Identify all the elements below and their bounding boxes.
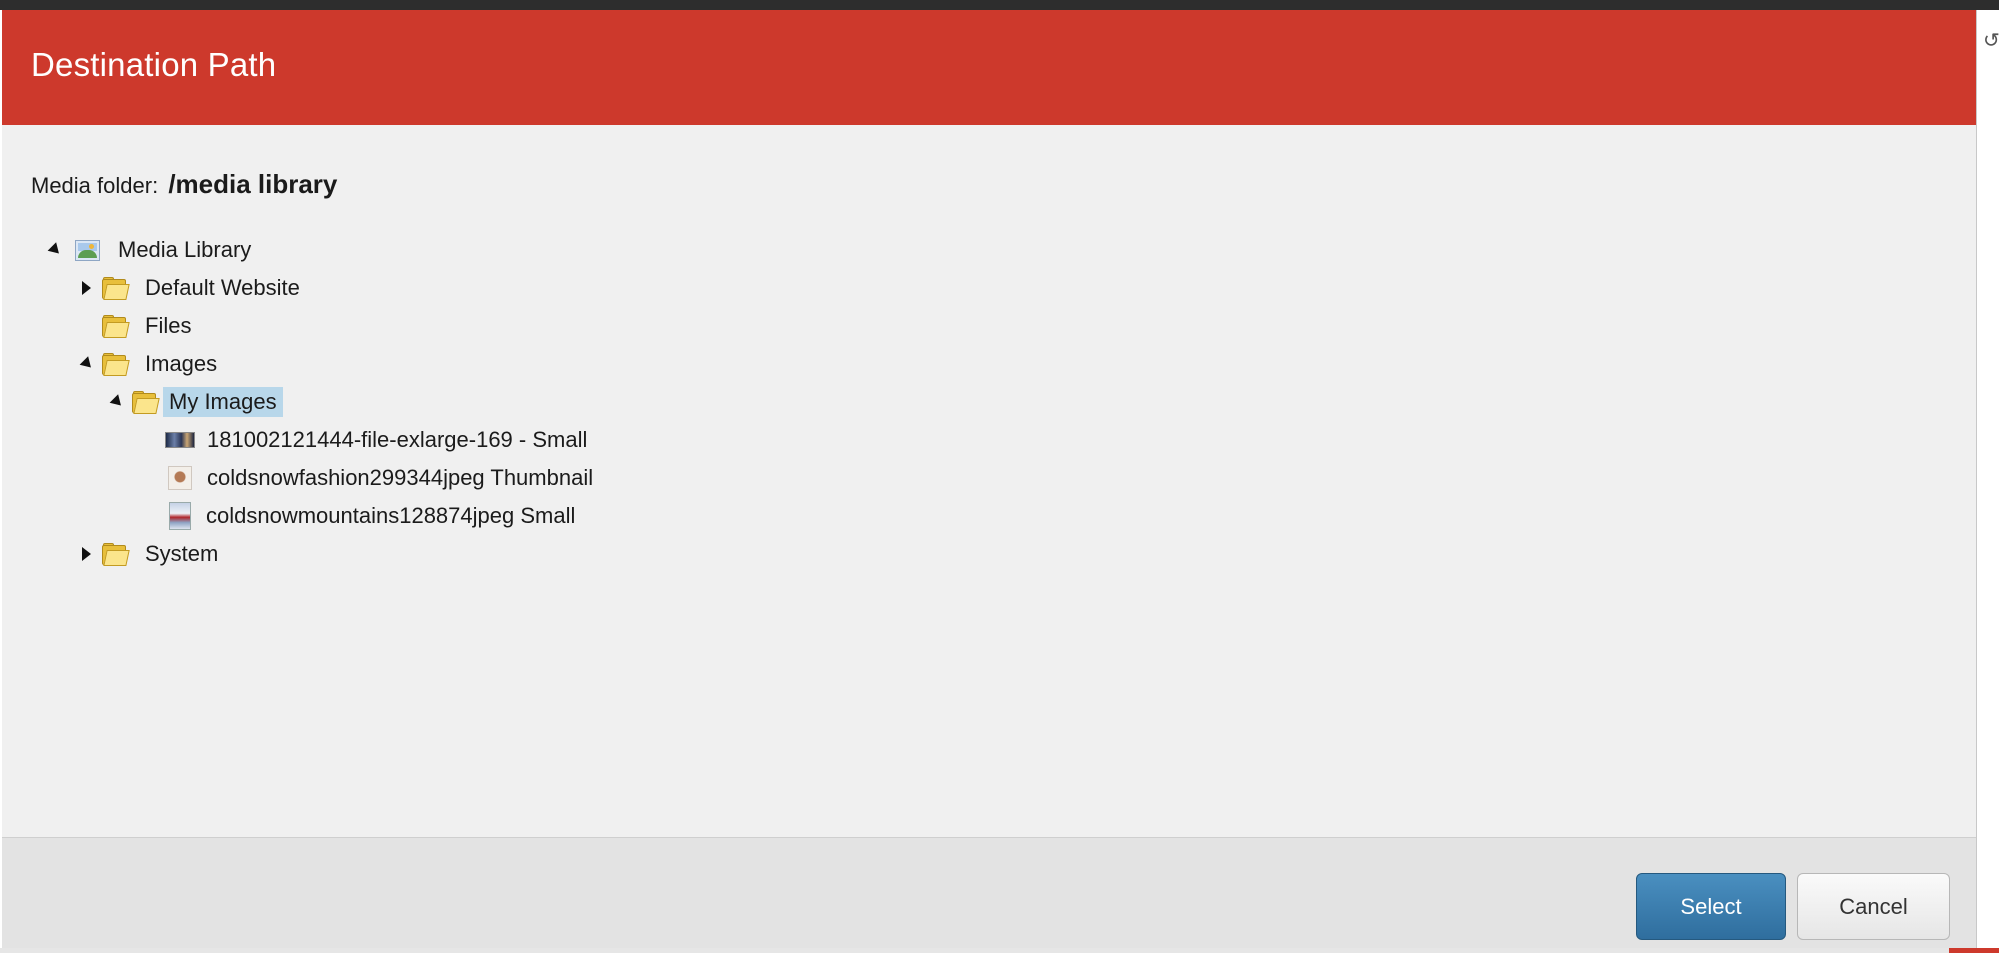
tree-node-images[interactable]: Images <box>79 348 223 380</box>
tree-node-label: Files <box>145 313 192 338</box>
folder-icon <box>130 391 160 414</box>
tree-item-label: coldsnowmountains128874jpeg Small <box>206 503 576 528</box>
tree-item-label: coldsnowfashion299344jpeg Thumbnail <box>207 465 594 490</box>
image-thumbnail-icon <box>165 432 195 448</box>
tree-node-media-library[interactable]: Media Library <box>47 234 257 266</box>
partial-glyph-icon: ↺ <box>1983 30 1999 52</box>
tree-item-image[interactable]: coldsnowmountains128874jpeg Small <box>169 500 581 532</box>
tree-node-system[interactable]: System <box>79 538 224 570</box>
dialog-title: Destination Path <box>31 46 277 83</box>
background-page-edge: ↺ <box>1977 10 1999 953</box>
dialog-footer: Select Cancel <box>2 837 1976 948</box>
folder-icon <box>100 315 130 338</box>
folder-icon <box>100 277 130 300</box>
collapsed-toggle-icon[interactable] <box>79 547 93 561</box>
media-folder-info: Media folder: /media library <box>31 169 337 200</box>
dialog-body: Media folder: /media library Media Libra… <box>2 125 1976 837</box>
dialog-header: Destination Path <box>2 10 1976 125</box>
expanded-toggle-icon[interactable] <box>79 356 96 372</box>
expanded-toggle-icon[interactable] <box>109 394 126 410</box>
destination-path-dialog: Destination Path Media folder: /media li… <box>2 10 1977 949</box>
bottom-edge <box>0 948 1999 953</box>
tree-node-label: System <box>145 541 219 566</box>
tree-item-image[interactable]: coldsnowfashion299344jpeg Thumbnail <box>168 462 599 494</box>
tree-node-label: Default Website <box>145 275 300 300</box>
folder-icon <box>100 543 130 566</box>
tree-item-label: 181002121444-file-exlarge-169 - Small <box>207 427 588 452</box>
image-thumbnail-icon <box>168 466 192 490</box>
collapsed-toggle-icon[interactable] <box>79 281 93 295</box>
folder-icon <box>100 353 130 376</box>
cancel-button[interactable]: Cancel <box>1797 873 1950 940</box>
image-thumbnail-icon <box>169 502 191 530</box>
media-library-icon <box>75 239 100 261</box>
media-folder-label: Media folder: <box>31 173 159 198</box>
media-folder-path: /media library <box>168 169 338 199</box>
select-button[interactable]: Select <box>1636 873 1786 940</box>
tree-node-label: Media Library <box>118 237 252 262</box>
tree-node-default-website[interactable]: Default Website <box>79 272 306 304</box>
expanded-toggle-icon[interactable] <box>47 242 64 258</box>
tree-node-label: My Images <box>163 387 283 417</box>
tree-node-label: Images <box>145 351 218 376</box>
top-window-strip <box>0 0 1999 10</box>
tree-node-my-images[interactable]: My Images <box>109 386 283 418</box>
tree-node-files[interactable]: Files <box>79 310 197 342</box>
tree-item-image[interactable]: 181002121444-file-exlarge-169 - Small <box>165 424 593 456</box>
